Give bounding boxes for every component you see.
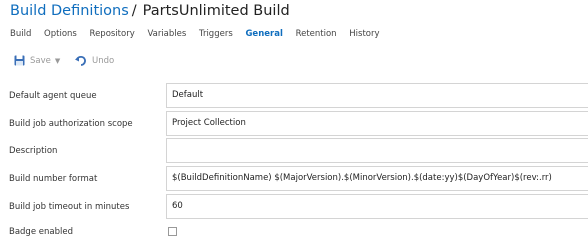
tab-general[interactable]: General — [245, 29, 282, 39]
tab-triggers[interactable]: Triggers — [199, 29, 233, 39]
tab-build[interactable]: Build — [10, 29, 31, 39]
breadcrumb-build-definitions-link[interactable]: Build Definitions — [10, 3, 129, 19]
badge-label: Badge enabled — [9, 227, 73, 237]
timeout-label: Build job timeout in minutes — [9, 202, 130, 212]
auth-scope-label: Build job authorization scope — [9, 119, 133, 129]
auth-scope-row: Build job authorization scope Project Co… — [0, 111, 588, 137]
undo-arrow-icon — [74, 55, 86, 66]
save-button[interactable]: Save ▼ — [14, 55, 60, 66]
tab-retention[interactable]: Retention — [296, 29, 337, 39]
agent-queue-label: Default agent queue — [9, 91, 97, 101]
badge-enabled-checkbox[interactable] — [168, 227, 177, 236]
tab-bar: Build Options Repository Variables Trigg… — [10, 29, 390, 43]
agent-queue-row: Default agent queue Default — [0, 83, 588, 109]
undo-label: Undo — [91, 55, 115, 66]
tab-variables[interactable]: Variables — [147, 29, 186, 39]
auth-scope-select[interactable]: Project Collection — [166, 111, 588, 136]
timeout-input[interactable]: 60 — [166, 194, 588, 219]
timeout-row: Build job timeout in minutes 60 — [0, 194, 588, 220]
tab-repository[interactable]: Repository — [90, 29, 135, 39]
undo-button[interactable]: Undo — [74, 55, 115, 66]
description-row: Description — [0, 138, 588, 164]
breadcrumb-separator: / — [131, 3, 137, 19]
agent-queue-select[interactable]: Default — [166, 83, 588, 108]
tab-history[interactable]: History — [349, 29, 379, 39]
description-label: Description — [9, 146, 58, 156]
number-format-input[interactable]: $(BuildDefinitionName) $(MajorVersion).$… — [166, 166, 588, 191]
page-title: Build Definitions / PartsUnlimited Build — [10, 0, 290, 22]
floppy-disk-icon — [14, 55, 25, 66]
toolbar: Save ▼ Undo — [14, 55, 126, 71]
tab-options[interactable]: Options — [44, 29, 77, 39]
breadcrumb-current: PartsUnlimited Build — [142, 3, 290, 19]
description-input[interactable] — [166, 138, 588, 163]
number-format-row: Build number format $(BuildDefinitionNam… — [0, 166, 588, 192]
chevron-down-icon: ▼ — [54, 56, 61, 65]
number-format-label: Build number format — [9, 174, 98, 184]
save-label: Save — [30, 55, 51, 66]
badge-row: Badge enabled — [0, 219, 588, 245]
